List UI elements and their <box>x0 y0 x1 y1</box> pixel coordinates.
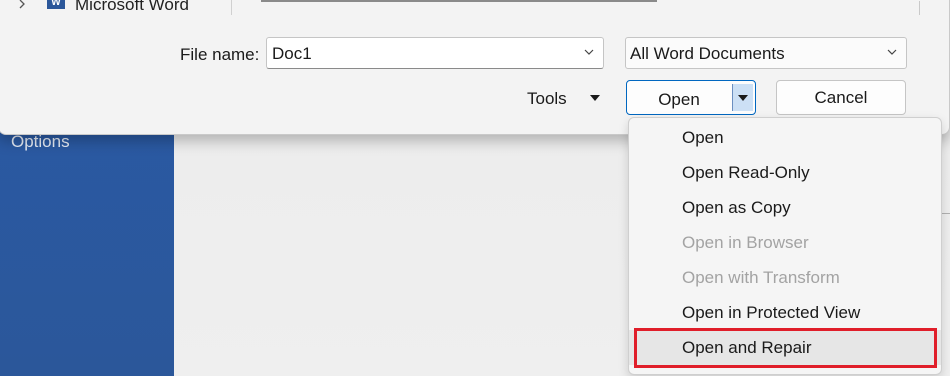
cancel-button[interactable]: Cancel <box>776 80 906 115</box>
tree-item-microsoft-word[interactable]: Microsoft Word <box>75 0 189 15</box>
caret-down-icon[interactable] <box>589 94 601 102</box>
open-button[interactable]: Open <box>626 80 756 115</box>
file-name-label: File name: <box>180 45 260 64</box>
pane-divider[interactable] <box>231 0 232 15</box>
file-name-input[interactable]: Doc1 <box>266 37 604 69</box>
file-type-select[interactable]: All Word Documents <box>625 37 907 69</box>
menu-item-open-and-repair[interactable]: Open and Repair <box>629 330 941 365</box>
word-icon: W <box>47 0 65 9</box>
open-dropdown-toggle[interactable] <box>733 84 753 111</box>
file-name-value: Doc1 <box>272 44 312 63</box>
caret-down-icon <box>738 95 748 101</box>
open-file-dialog: W Microsoft Word File name: Doc1 All Wor… <box>0 0 950 135</box>
menu-item-open-read-only[interactable]: Open Read-Only <box>629 155 941 190</box>
menu-item-open-as-copy[interactable]: Open as Copy <box>629 190 941 225</box>
menu-item-open[interactable]: Open <box>629 120 941 155</box>
menu-item-open-in-protected-view[interactable]: Open in Protected View <box>629 295 941 330</box>
open-options-menu: Open Open Read-Only Open as Copy Open in… <box>628 117 942 375</box>
chevron-down-icon <box>887 49 897 55</box>
tools-button[interactable]: Tools <box>527 89 567 109</box>
file-type-value: All Word Documents <box>630 44 785 63</box>
sidebar-item-options[interactable]: Options <box>11 132 70 152</box>
horizontal-scrollbar[interactable] <box>261 0 657 2</box>
chevron-right-icon[interactable] <box>17 0 27 9</box>
menu-item-open-with-transform: Open with Transform <box>682 268 840 287</box>
open-button-label: Open <box>658 90 700 109</box>
chevron-down-icon[interactable] <box>583 46 595 58</box>
menu-item-open-in-browser: Open in Browser <box>682 233 809 252</box>
pane-edge <box>919 1 920 15</box>
